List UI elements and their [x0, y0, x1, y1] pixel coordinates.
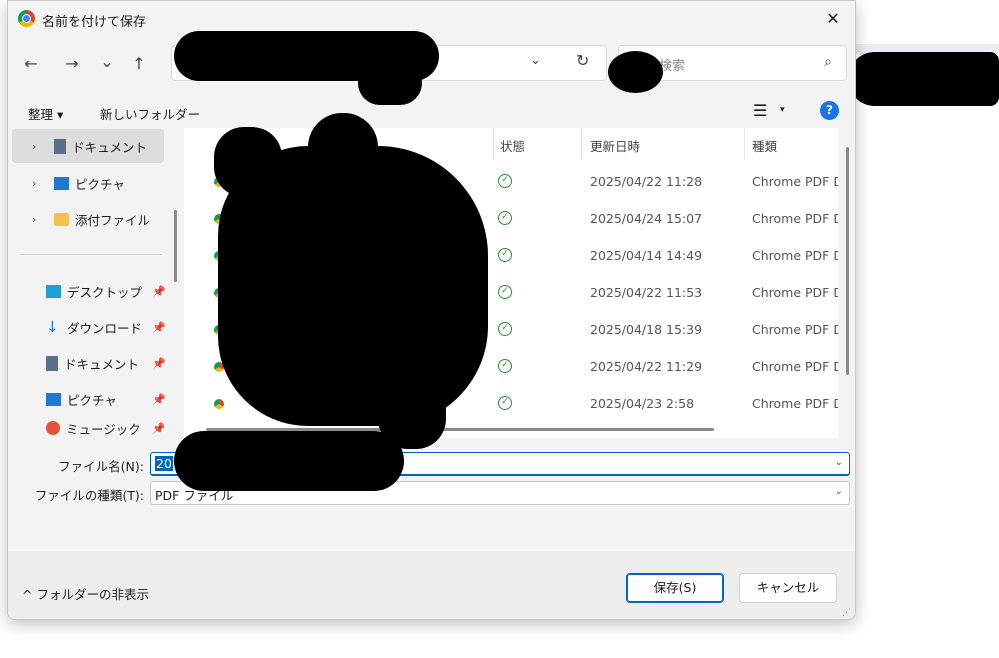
document-icon — [46, 355, 58, 371]
navigation-pane: › ドキュメント › ピクチャ › 添付ファイル デスクトップ 📌 ↓ ダウンロ… — [8, 128, 184, 438]
redaction-mark — [218, 146, 488, 426]
sidebar-item-attachments[interactable]: › 添付ファイル — [12, 202, 164, 236]
synced-check-icon: ✓ — [498, 248, 512, 262]
chrome-icon — [18, 10, 35, 27]
sidebar-item-label: ドキュメント — [64, 356, 140, 372]
desktop-icon — [46, 284, 61, 298]
redaction-mark — [608, 51, 663, 93]
column-header-modified[interactable]: 更新日時 — [590, 136, 640, 155]
expand-chevron-icon[interactable]: › — [32, 140, 48, 153]
refresh-icon[interactable]: ↻ — [576, 51, 589, 70]
cell-modified: 2025/04/18 15:39 — [590, 322, 703, 337]
dialog-footer: ^ フォルダーの非表示 保存(S) キャンセル ⋰ — [8, 551, 855, 619]
pin-icon: 📌 — [152, 320, 166, 334]
cell-modified: 2025/04/14 14:49 — [590, 248, 703, 263]
pictures-icon — [54, 176, 69, 190]
sidebar-item-label: ピクチャ — [75, 176, 125, 192]
search-icon[interactable]: ⌕ — [824, 54, 832, 70]
synced-check-icon: ✓ — [498, 211, 512, 225]
sidebar-item-label: ミュージック — [66, 421, 141, 437]
sidebar-divider — [20, 254, 162, 255]
music-icon — [46, 421, 60, 435]
filename-value: 20 — [155, 456, 173, 471]
help-icon[interactable]: ? — [820, 101, 839, 120]
pin-icon: 📌 — [152, 392, 166, 406]
new-folder-button[interactable]: 新しいフォルダー — [100, 104, 200, 123]
pin-icon: 📌 — [152, 422, 164, 435]
synced-check-icon: ✓ — [498, 359, 512, 373]
save-as-dialog: 名前を付けて保存 ✕ ← → ⌄ ↑ ⌄ ↻ 検索 ⌕ 整理 ▾ 新しいフォルダ… — [7, 0, 856, 620]
sidebar-item-pictures[interactable]: › ピクチャ — [12, 166, 164, 200]
pictures-icon — [46, 392, 61, 406]
column-divider[interactable] — [581, 128, 582, 160]
chevron-down-icon[interactable]: ⌄ — [835, 457, 843, 468]
column-header-type[interactable]: 種類 — [752, 136, 777, 155]
close-button[interactable]: ✕ — [821, 7, 845, 31]
cell-type: Chrome PDF D — [752, 248, 838, 263]
window-title: 名前を付けて保存 — [42, 15, 147, 30]
expand-chevron-icon[interactable]: › — [32, 177, 48, 190]
address-dropdown-icon[interactable]: ⌄ — [530, 53, 541, 68]
cell-type: Chrome PDF D — [752, 359, 838, 374]
back-arrow-icon[interactable]: ← — [18, 51, 44, 77]
synced-check-icon: ✓ — [498, 322, 512, 336]
sidebar-item-downloads[interactable]: ↓ ダウンロード 📌 — [12, 310, 166, 344]
cell-modified: 2025/04/22 11:53 — [590, 285, 703, 300]
redaction-mark — [358, 61, 422, 105]
synced-check-icon: ✓ — [498, 285, 512, 299]
column-header-status[interactable]: 状態 — [500, 136, 525, 155]
sidebar-item-music[interactable]: ミュージック 📌 — [12, 418, 164, 438]
resize-grip-icon[interactable]: ⋰ — [842, 608, 851, 618]
up-arrow-icon[interactable]: ↑ — [126, 51, 152, 77]
chevron-down-icon[interactable]: ⌄ — [835, 486, 843, 497]
hide-folders-toggle[interactable]: ^ フォルダーの非表示 — [22, 584, 149, 603]
pin-icon: 📌 — [152, 284, 166, 298]
folder-icon — [54, 212, 69, 226]
recent-locations-chevron-icon[interactable]: ⌄ — [94, 49, 120, 75]
pin-icon: 📌 — [152, 356, 166, 370]
synced-check-icon: ✓ — [498, 174, 512, 188]
download-icon: ↓ — [46, 317, 59, 336]
view-caret-icon[interactable]: ▾ — [780, 105, 785, 115]
sidebar-item-pictures-quick[interactable]: ピクチャ 📌 — [12, 382, 166, 416]
redaction-mark — [848, 52, 999, 106]
sidebar-item-desktop[interactable]: デスクトップ 📌 — [12, 274, 166, 308]
organize-menu[interactable]: 整理 ▾ — [28, 104, 63, 123]
cell-modified: 2025/04/22 11:29 — [590, 359, 703, 374]
sidebar-item-label: 添付ファイル — [75, 212, 151, 228]
cell-type: Chrome PDF D — [752, 285, 838, 300]
forward-arrow-icon[interactable]: → — [59, 51, 85, 77]
sidebar-item-documents-quick[interactable]: ドキュメント 📌 — [12, 346, 166, 380]
cell-type: Chrome PDF D — [752, 396, 838, 411]
redaction-mark — [174, 431, 404, 491]
title-bar: 名前を付けて保存 ✕ — [8, 1, 855, 37]
cell-modified: 2025/04/22 11:28 — [590, 174, 703, 189]
view-options-icon[interactable]: ☰ — [753, 101, 767, 120]
filetype-label: ファイルの種類(T): — [34, 488, 144, 503]
cell-modified: 2025/04/24 15:07 — [590, 211, 703, 226]
sidebar-item-label: ドキュメント — [72, 139, 148, 155]
column-divider[interactable] — [493, 128, 494, 160]
cell-type: Chrome PDF D — [752, 322, 838, 337]
sidebar-scrollbar[interactable] — [174, 210, 177, 282]
cancel-button[interactable]: キャンセル — [739, 573, 837, 603]
cell-modified: 2025/04/23 2:58 — [590, 396, 695, 411]
expand-chevron-icon[interactable]: › — [32, 213, 48, 226]
chrome-pdf-icon — [214, 399, 224, 409]
sidebar-item-label: ダウンロード — [67, 320, 143, 336]
sidebar-item-label: デスクトップ — [67, 284, 143, 300]
document-icon — [54, 138, 66, 154]
sidebar-item-documents[interactable]: › ドキュメント — [12, 129, 164, 163]
cell-type: Chrome PDF D — [752, 211, 838, 226]
cell-type: Chrome PDF D — [752, 174, 838, 189]
filename-label: ファイル名(N): — [58, 459, 144, 474]
sidebar-item-label: ピクチャ — [67, 392, 117, 408]
column-divider[interactable] — [744, 128, 745, 160]
synced-check-icon: ✓ — [498, 396, 512, 410]
vertical-scrollbar[interactable] — [846, 147, 849, 375]
save-button[interactable]: 保存(S) — [626, 573, 724, 603]
